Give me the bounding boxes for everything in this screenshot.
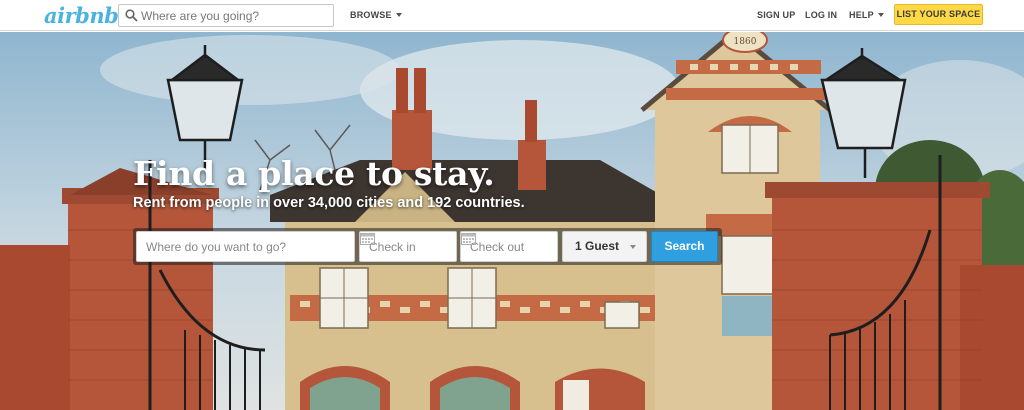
destination-field[interactable] — [136, 231, 355, 262]
location-search[interactable] — [118, 4, 334, 27]
login-link[interactable]: LOG IN — [805, 10, 837, 20]
chevron-down-icon — [877, 13, 884, 17]
checkin-field[interactable] — [359, 231, 457, 262]
hero-title: Find a place to stay. — [133, 154, 495, 193]
hero-banner: 1860 Find a place to stay. Rent from peo… — [0, 32, 1024, 410]
chevron-down-icon — [630, 245, 636, 249]
browse-label: BROWSE — [350, 10, 392, 20]
list-your-space-button[interactable]: LIST YOUR SPACE — [894, 4, 983, 25]
date-sign-text: 1860 — [734, 37, 757, 47]
help-label: HELP — [849, 10, 874, 20]
browse-menu[interactable]: BROWSE — [350, 10, 402, 20]
guests-select[interactable]: 1 Guest — [562, 231, 647, 262]
checkout-field[interactable] — [460, 231, 558, 262]
chevron-down-icon — [395, 13, 402, 17]
booking-search-bar: 1 Guest Search — [133, 228, 722, 265]
house-photo: 1860 — [0, 32, 1024, 410]
help-menu[interactable]: HELP — [849, 10, 884, 20]
guests-value: 1 Guest — [575, 239, 620, 253]
airbnb-logo[interactable]: airbnb — [44, 3, 119, 28]
signup-link[interactable]: SIGN UP — [757, 10, 795, 20]
hero-subtitle: Rent from people in over 34,000 cities a… — [133, 195, 525, 211]
calendar-icon — [360, 233, 375, 245]
destination-input[interactable] — [137, 232, 354, 261]
top-navigation: airbnb BROWSE SIGN UP LOG IN HELP LIST Y… — [0, 0, 1024, 31]
search-input[interactable] — [141, 7, 329, 24]
calendar-icon — [461, 233, 476, 245]
search-button[interactable]: Search — [651, 231, 718, 262]
search-icon — [125, 9, 138, 22]
